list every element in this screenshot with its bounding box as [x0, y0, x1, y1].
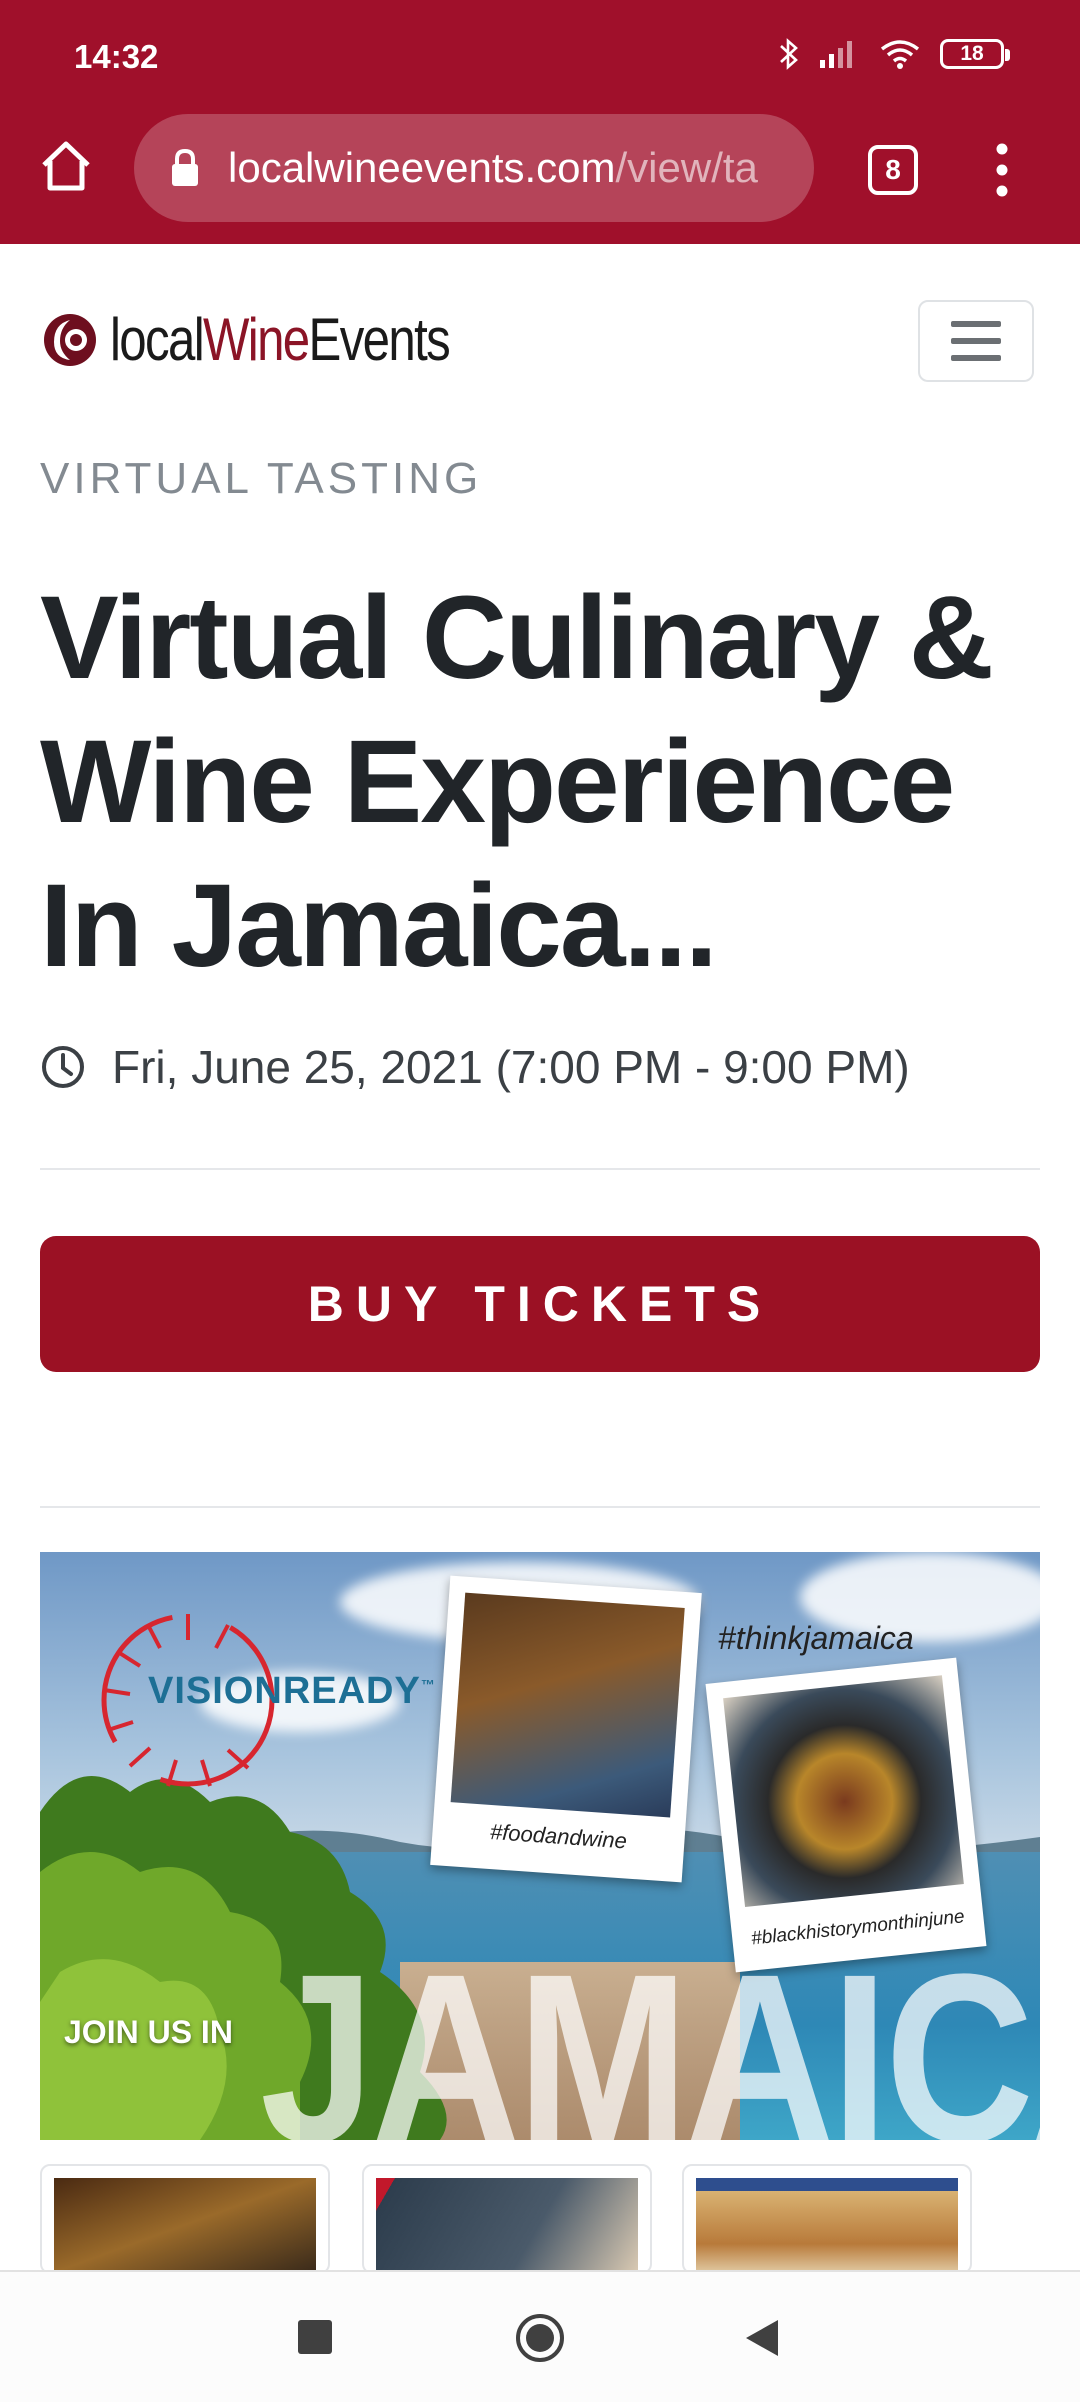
logo-text-prefix: local	[110, 306, 205, 373]
status-time: 14:32	[74, 38, 159, 75]
logo-mark-icon	[44, 314, 96, 366]
gallery-thumbnail[interactable]	[40, 2164, 330, 2274]
visionready-brand: VISIONREADY™	[148, 1670, 436, 1713]
tab-switcher-button[interactable]: 8	[868, 145, 918, 195]
hamburger-line	[951, 338, 1001, 344]
thumbnail-image	[376, 2178, 638, 2272]
brand-tm: ™	[420, 1676, 436, 1693]
brand-ready: READY	[282, 1670, 421, 1712]
clock-icon	[42, 1046, 84, 1088]
url-path: /view/ta	[615, 144, 758, 191]
jamaica-headline: JAMAICA	[260, 1924, 1040, 2140]
thumbnail-image	[54, 2178, 316, 2272]
logo-text-suffix: Events	[308, 306, 451, 373]
logo-text: localWineEvents	[110, 310, 451, 370]
tab-count: 8	[885, 154, 901, 185]
bluetooth-icon	[780, 38, 798, 70]
url-host: localwineevents.com	[228, 144, 616, 191]
address-bar[interactable]: localwineevents.com/view/ta	[134, 114, 814, 222]
hamburger-line	[951, 355, 1001, 361]
browser-chrome: 14:32 18 localwineevents.com/view/ta 8	[0, 0, 1080, 244]
nav-back-button[interactable]	[742, 2316, 782, 2360]
signal-icon	[820, 41, 852, 68]
hamburger-icon[interactable]	[918, 300, 1034, 382]
polaroid-dining: #foodandwine	[430, 1575, 702, 1883]
system-navigation-bar	[0, 2270, 1080, 2402]
gallery-thumbnail[interactable]	[362, 2164, 652, 2274]
hamburger-line	[951, 321, 1001, 327]
event-promo-image[interactable]: VISIONREADY™ #foodandwine #thinkjamaica …	[40, 1552, 1040, 2140]
url-text: localwineevents.com/view/ta	[228, 144, 758, 192]
status-icons: 18	[778, 34, 1010, 74]
site-logo[interactable]: localWineEvents	[40, 310, 524, 370]
tag-thinkjamaica: #thinkjamaica	[718, 1620, 914, 1656]
wifi-icon	[880, 40, 920, 69]
divider	[40, 1168, 1040, 1170]
join-us-text: JOIN US IN	[64, 2014, 233, 2050]
dining-photo	[450, 1592, 685, 1818]
lock-icon	[172, 148, 198, 186]
event-date-row: Fri, June 25, 2021 (7:00 PM - 9:00 PM)	[40, 1040, 910, 1094]
recent-apps-button[interactable]	[298, 2320, 332, 2354]
brand-vision: VISION	[148, 1670, 283, 1712]
page-title: Virtual Culinary & Wine Experience In Ja…	[40, 572, 994, 992]
menu-dots-icon[interactable]	[984, 140, 1020, 200]
nav-home-button[interactable]	[514, 2312, 566, 2364]
buy-tickets-button[interactable]: BUY TICKETS	[40, 1236, 1040, 1372]
dish-photo	[723, 1675, 964, 1908]
divider	[40, 1506, 1040, 1508]
thumbnail-image	[696, 2178, 958, 2272]
battery-level: 18	[960, 42, 984, 65]
event-category: VIRTUAL TASTING	[40, 454, 483, 503]
tag-foodandwine: #foodandwine	[489, 1818, 628, 1854]
home-icon[interactable]	[38, 138, 94, 194]
logo-text-accent: Wine	[202, 306, 310, 373]
gallery-thumbnail[interactable]	[682, 2164, 972, 2274]
event-datetime: Fri, June 25, 2021 (7:00 PM - 9:00 PM)	[112, 1041, 910, 1093]
battery-indicator: 18	[940, 39, 1010, 69]
